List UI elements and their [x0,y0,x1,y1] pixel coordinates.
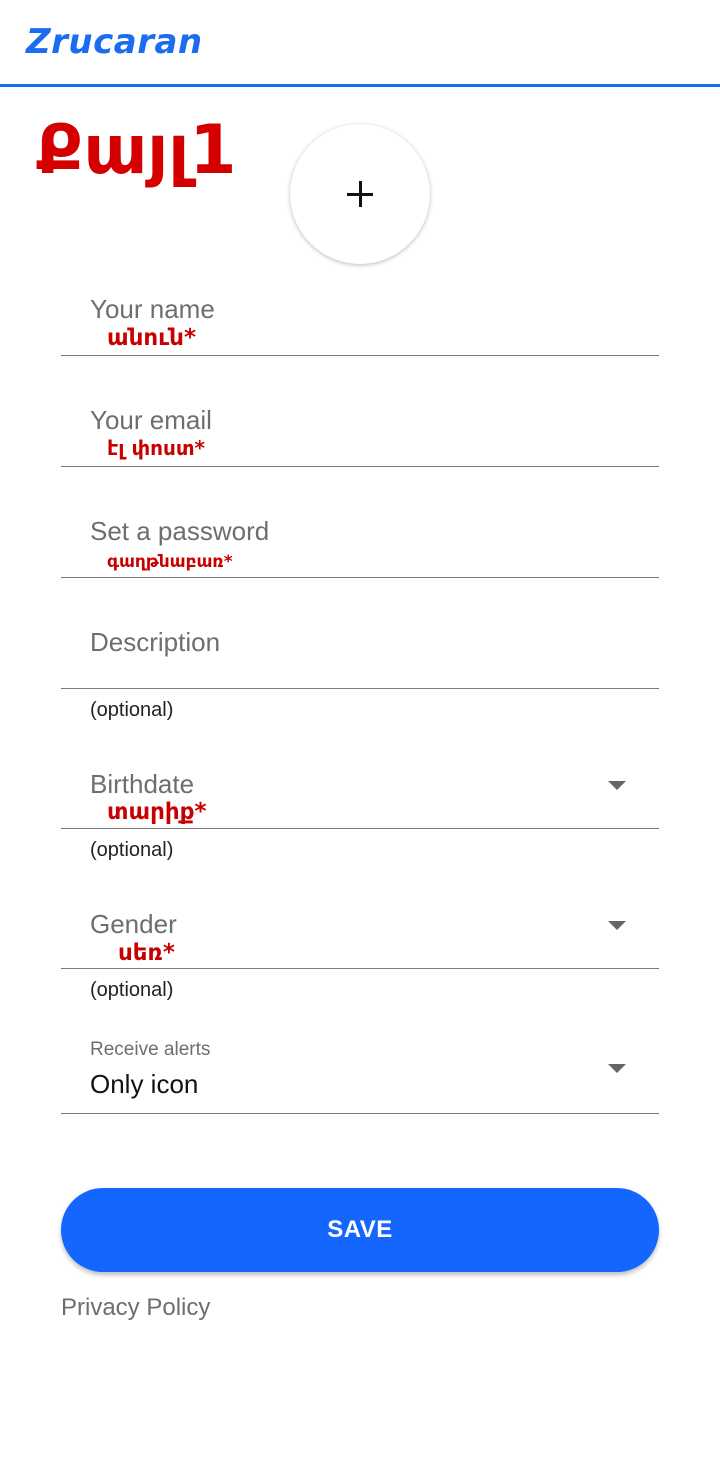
birthdate-underline [61,827,659,829]
birthdate-helper: (optional) [90,839,174,861]
email-field[interactable]: Your email էլ փոստ* [61,395,659,467]
app-header: Zrucaran [0,0,720,84]
birthdate-label: Birthdate [90,769,195,799]
birthdate-hint: տարիք* [107,799,207,825]
gender-label: Gender [90,909,177,939]
name-underline [61,354,659,356]
password-label: Set a password [90,516,270,546]
add-avatar-button[interactable] [290,124,430,264]
save-button[interactable]: SAVE [61,1188,659,1272]
password-hint: գաղթնաբառ* [107,552,233,572]
password-field[interactable]: Set a password գաղթնաբառ* [61,506,659,578]
password-underline [61,576,659,578]
description-label: Description [90,627,221,657]
chevron-down-icon [608,1064,626,1073]
description-helper: (optional) [90,699,174,721]
gender-hint: սեռ* [118,940,175,966]
alerts-underline [61,1112,659,1114]
name-field[interactable]: Your name անուն* [61,284,659,356]
gender-helper: (optional) [90,979,174,1001]
alerts-value: Only icon [90,1069,199,1099]
chevron-down-icon [608,921,626,930]
header-divider [0,84,720,87]
privacy-policy-link[interactable]: Privacy Policy [61,1293,210,1323]
gender-underline [61,967,659,969]
plus-icon [347,181,373,207]
chevron-down-icon [608,781,626,790]
description-underline [61,687,659,689]
app-logo: Zrucaran [26,22,203,62]
birthdate-select[interactable]: Birthdate տարիք* [61,759,659,829]
step-title: Քայլ1 [36,111,237,190]
name-hint: անուն* [107,325,196,351]
gender-select[interactable]: Gender սեռ* [61,899,659,969]
email-label: Your email [90,405,212,435]
description-field[interactable]: Description [61,617,659,689]
name-label: Your name [90,294,215,324]
email-hint: էլ փոստ* [107,436,205,460]
alerts-select[interactable]: Receive alerts Only icon [61,1035,659,1114]
alerts-label: Receive alerts [90,1039,211,1060]
email-underline [61,465,659,467]
